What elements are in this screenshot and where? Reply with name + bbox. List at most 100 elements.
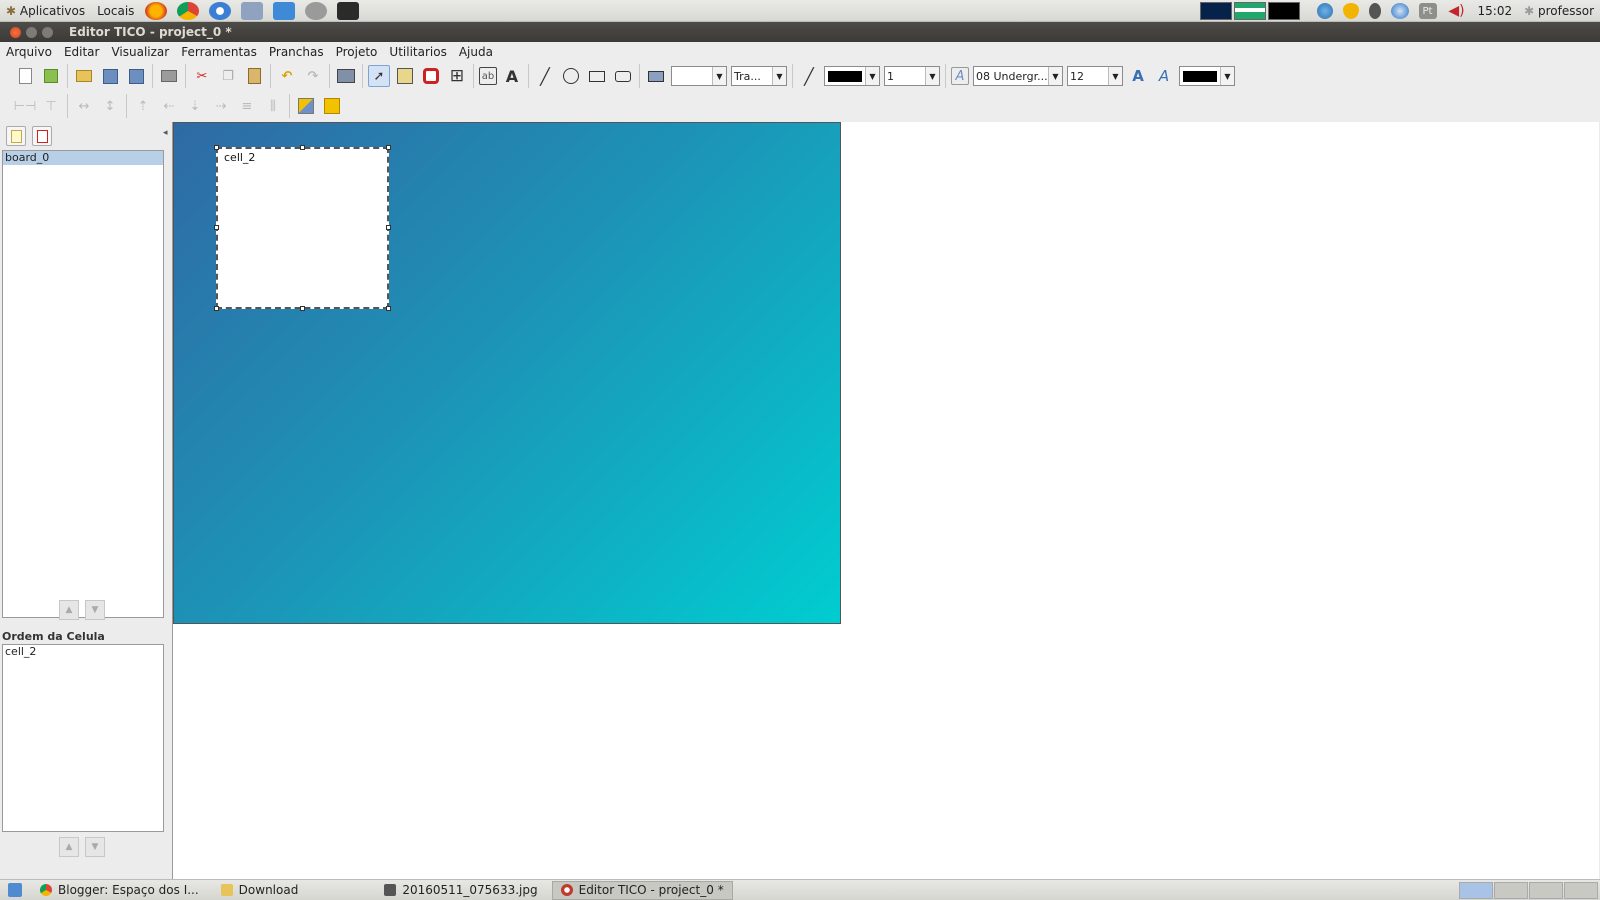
same-height-icon[interactable]: ⊤ xyxy=(40,95,62,117)
new-project-icon[interactable] xyxy=(14,65,36,87)
copy-icon[interactable]: ❐ xyxy=(217,65,239,87)
line-width-combo[interactable]: 1 ▼ xyxy=(884,66,940,86)
new-board-icon[interactable] xyxy=(40,65,62,87)
same-width-icon[interactable]: ⊢⊣ xyxy=(14,95,37,117)
font-style-icon[interactable]: A xyxy=(951,67,969,85)
places-menu[interactable]: Locais xyxy=(91,4,140,18)
open-folder-icon[interactable] xyxy=(73,65,95,87)
menu-arquivo[interactable]: Arquivo xyxy=(0,45,58,59)
window-preview-3[interactable] xyxy=(1267,2,1300,20)
bring-to-front-icon[interactable] xyxy=(295,95,317,117)
align-left-icon[interactable]: ⇠ xyxy=(158,95,180,117)
resize-handle[interactable] xyxy=(214,225,219,230)
board-settings-icon[interactable] xyxy=(335,65,357,87)
line-color-combo[interactable]: ▼ xyxy=(824,66,880,86)
cell-tool-icon[interactable] xyxy=(394,65,416,87)
resize-handle[interactable] xyxy=(214,306,219,311)
fill-color-icon[interactable] xyxy=(645,65,667,87)
chrome-icon[interactable] xyxy=(177,1,200,20)
session-menu[interactable]: ✱ professor xyxy=(1518,4,1600,18)
move-board-up-button[interactable]: ▲ xyxy=(59,600,79,620)
grid-tool-icon[interactable]: ⊞ xyxy=(446,65,468,87)
workspace-4[interactable] xyxy=(1564,881,1598,899)
distribute-vertical-icon[interactable]: ↕ xyxy=(99,95,121,117)
menu-ajuda[interactable]: Ajuda xyxy=(453,45,499,59)
align-center-horizontal-icon[interactable]: ⫼ xyxy=(262,95,284,117)
menu-editar[interactable]: Editar xyxy=(58,45,106,59)
font-size-combo[interactable]: 12 ▼ xyxy=(1067,66,1123,86)
resize-handle[interactable] xyxy=(300,306,305,311)
board-canvas[interactable]: cell_2 xyxy=(173,122,841,624)
minimize-window-button[interactable] xyxy=(26,26,37,38)
print-icon[interactable] xyxy=(158,65,180,87)
undo-icon[interactable]: ↶ xyxy=(276,65,298,87)
resize-handle[interactable] xyxy=(386,145,391,150)
line-color-icon[interactable]: ╱ xyxy=(798,65,820,87)
line-tool-icon[interactable]: ╱ xyxy=(534,65,556,87)
show-desktop-icon[interactable] xyxy=(8,883,22,897)
rectangle-tool-icon[interactable] xyxy=(586,65,608,87)
taskbar-item-download[interactable]: Download xyxy=(213,881,307,900)
delete-board-button[interactable] xyxy=(32,126,52,146)
text-field-icon[interactable]: ab xyxy=(479,67,497,85)
board-list-item[interactable]: board_0 xyxy=(3,151,163,165)
align-center-vertical-icon[interactable]: ≡ xyxy=(236,95,258,117)
taskbar-item-editor-tico[interactable]: Editor TICO - project_0 * xyxy=(551,880,733,900)
settings-app-icon[interactable] xyxy=(241,1,264,20)
volume-icon[interactable]: ◀) xyxy=(1447,3,1467,19)
rounded-rectangle-tool-icon[interactable] xyxy=(612,65,634,87)
selected-cell[interactable]: cell_2 xyxy=(214,145,391,311)
move-cell-down-button[interactable]: ▼ xyxy=(85,837,105,857)
window-preview-1[interactable] xyxy=(1199,2,1232,20)
move-board-down-button[interactable]: ▼ xyxy=(85,600,105,620)
canvas-area[interactable]: cell_2 xyxy=(172,122,1599,879)
cut-icon[interactable]: ✂ xyxy=(191,65,213,87)
align-top-icon[interactable]: ⇡ xyxy=(132,95,154,117)
workspace-3[interactable] xyxy=(1529,881,1563,899)
text-tool-icon[interactable]: A xyxy=(501,65,523,87)
ellipse-tool-icon[interactable] xyxy=(560,65,582,87)
terminal-icon[interactable] xyxy=(337,1,360,20)
cell-list-item[interactable]: cell_2 xyxy=(3,645,163,659)
resize-handle[interactable] xyxy=(300,145,305,150)
menu-projeto[interactable]: Projeto xyxy=(330,45,384,59)
distribute-horizontal-icon[interactable]: ↔ xyxy=(73,95,95,117)
fill-color-combo[interactable]: ▼ xyxy=(671,66,727,86)
italic-text-icon[interactable]: A xyxy=(1153,65,1175,87)
paste-icon[interactable] xyxy=(243,65,265,87)
accessibility-icon[interactable] xyxy=(1368,3,1381,19)
font-color-combo[interactable]: ▼ xyxy=(1179,66,1235,86)
save-as-icon[interactable] xyxy=(125,65,147,87)
taskbar-item-blogger[interactable]: Blogger: Espaço dos I... xyxy=(32,881,207,900)
chromium-icon[interactable] xyxy=(209,1,232,20)
move-cell-up-button[interactable]: ▲ xyxy=(59,837,79,857)
firefox-icon[interactable] xyxy=(145,1,168,20)
redo-icon[interactable]: ↷ xyxy=(302,65,324,87)
select-arrow-icon[interactable]: ➚ xyxy=(368,65,390,87)
new-board-button[interactable] xyxy=(6,126,26,146)
transparency-combo[interactable]: Tra... ▼ xyxy=(731,66,787,86)
clock[interactable]: 15:02 xyxy=(1472,4,1519,18)
send-to-back-icon[interactable] xyxy=(321,95,343,117)
taskbar-item-image[interactable]: 20160511_075633.jpg xyxy=(376,881,545,900)
menu-pranchas[interactable]: Pranchas xyxy=(263,45,330,59)
resize-handle[interactable] xyxy=(214,145,219,150)
update-icon[interactable] xyxy=(1390,3,1409,19)
menu-visualizar[interactable]: Visualizar xyxy=(105,45,175,59)
mail-icon[interactable] xyxy=(273,1,296,20)
draw-app-icon[interactable] xyxy=(305,1,328,20)
control-cell-icon[interactable] xyxy=(420,65,442,87)
collapse-panel-icon[interactable]: ◂ xyxy=(163,128,168,138)
font-combo[interactable]: 08 Undergr... ▼ xyxy=(973,66,1063,86)
shield-warning-icon[interactable] xyxy=(1342,3,1359,19)
network-icon[interactable] xyxy=(1316,3,1333,19)
align-bottom-icon[interactable]: ⇣ xyxy=(184,95,206,117)
align-right-icon[interactable]: ⇢ xyxy=(210,95,232,117)
close-window-button[interactable] xyxy=(10,26,21,38)
keyboard-layout-indicator[interactable]: Pt xyxy=(1418,3,1437,19)
resize-handle[interactable] xyxy=(386,225,391,230)
window-preview-2[interactable] xyxy=(1233,2,1266,20)
bold-text-icon[interactable]: A xyxy=(1127,65,1149,87)
save-icon[interactable] xyxy=(99,65,121,87)
workspace-2[interactable] xyxy=(1494,881,1528,899)
